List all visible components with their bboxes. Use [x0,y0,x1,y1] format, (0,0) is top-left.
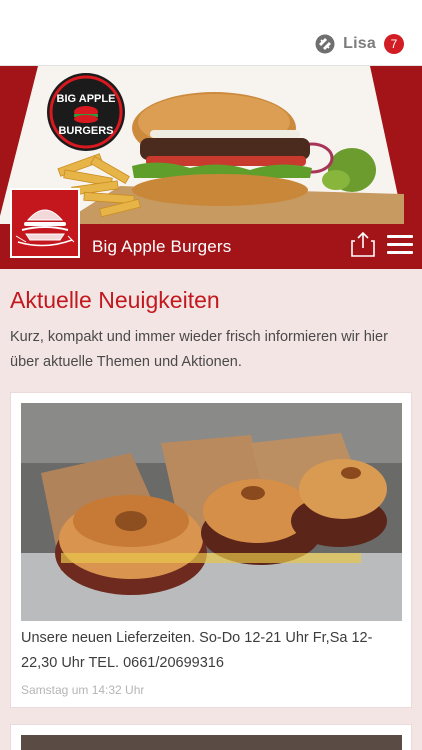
logo-text-bottom: BURGERS [58,125,113,137]
burger-sketch-icon [15,209,75,247]
page-title: Aktuelle Neuigkeiten [10,287,220,313]
intro-text: Kurz, kompakt und immer wieder frisch in… [10,329,388,370]
news-photo [21,403,402,621]
brand-name: Big Apple Burgers [92,237,232,256]
brand-thumbnail[interactable] [10,188,80,258]
user-name: Lisa [343,35,376,52]
news-card[interactable]: Unsere neuen Lieferzeiten. So-Do 12-21 U… [10,392,412,708]
news-text: Unsere neuen Lieferzeiten. So-Do 12-21 U… [21,630,373,671]
user-account[interactable]: Lisa 7 [315,33,404,55]
news-timestamp: Samstag um 14:32 Uhr [21,683,145,697]
menu-icon[interactable] [387,235,413,257]
logo-text-top: BIG APPLE [57,93,116,105]
news-photo [21,735,402,750]
share-icon[interactable] [351,231,375,257]
news-card[interactable] [10,724,412,750]
header-banner: BIG APPLE BURGERS Big Apple Burgers [0,66,422,269]
app-switch-icon [315,34,335,54]
brand-logo: BIG APPLE BURGERS [47,73,125,151]
top-bar: Lisa 7 [0,0,422,66]
notification-badge: 7 [384,34,404,54]
